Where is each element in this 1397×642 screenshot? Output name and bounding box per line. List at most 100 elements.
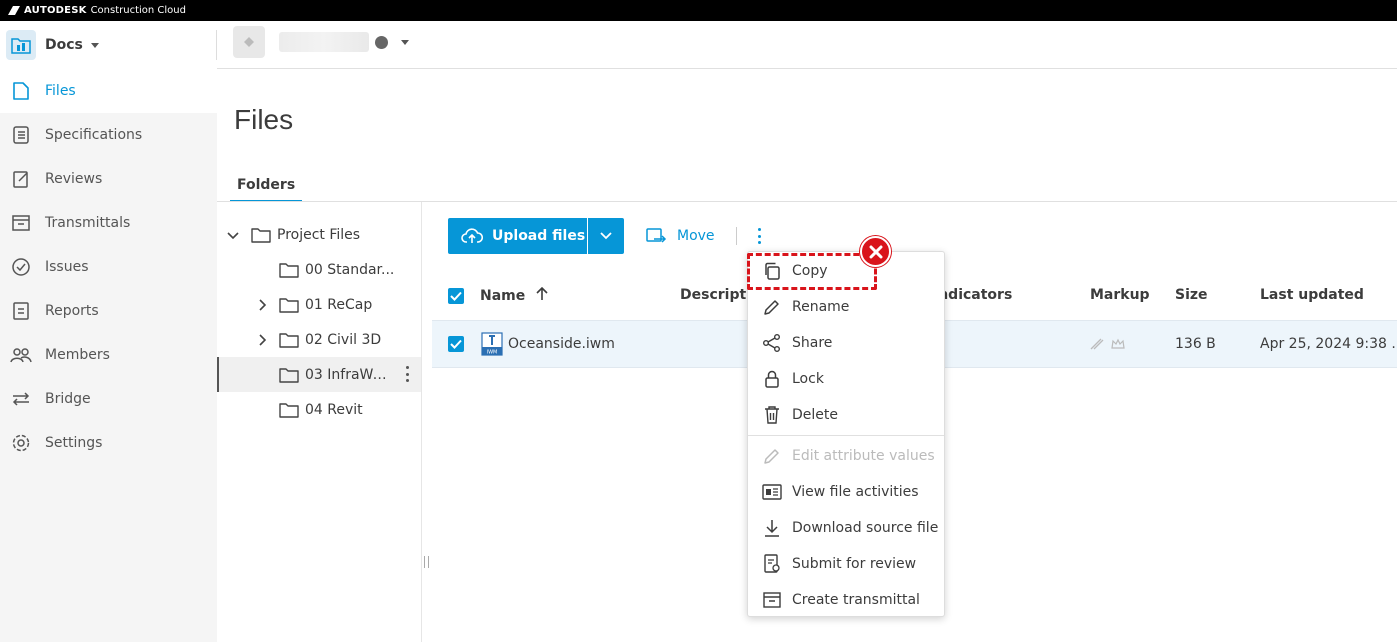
header-border	[217, 68, 1397, 69]
product-name: Construction Cloud	[90, 5, 186, 16]
chevron-right-icon[interactable]	[256, 299, 268, 311]
column-header-name[interactable]: Name	[480, 286, 548, 304]
upload-options-button[interactable]	[588, 218, 624, 254]
tree-item-folder[interactable]: 01 ReCap	[217, 287, 421, 322]
sidebar-nav: Files Specifications Reviews Transmittal…	[0, 69, 217, 465]
project-name-redacted[interactable]	[279, 32, 369, 52]
chevron-down-icon	[90, 42, 99, 48]
issues-icon	[10, 256, 32, 278]
sidebar-item-reports[interactable]: Reports	[0, 289, 217, 333]
file-context-menu: Copy Rename Share Lock Delete Edit attri…	[747, 251, 945, 617]
folder-icon	[279, 403, 299, 418]
toolbar-divider	[736, 227, 737, 245]
tree-item-folder-selected[interactable]: 03 InfraWo...	[217, 357, 421, 392]
menu-item-view-file-activities[interactable]: View file activities	[748, 474, 944, 510]
activities-icon	[762, 482, 782, 502]
sidebar-item-label: Settings	[45, 435, 103, 451]
folder-icon	[279, 298, 299, 313]
docs-label: Docs	[45, 37, 83, 53]
sidebar-item-specifications[interactable]: Specifications	[0, 113, 217, 157]
transmittals-icon	[10, 212, 32, 234]
sidebar-item-settings[interactable]: Settings	[0, 421, 217, 465]
download-icon	[762, 518, 782, 538]
folder-icon	[251, 228, 271, 243]
sidebar-item-label: Reviews	[45, 171, 103, 187]
chevron-right-icon[interactable]	[256, 334, 268, 346]
move-icon	[646, 228, 667, 243]
markup-crown-icon	[1111, 338, 1125, 349]
move-label: Move	[677, 228, 715, 244]
panel-resize-handle[interactable]	[424, 556, 429, 568]
sidebar-item-issues[interactable]: Issues	[0, 245, 217, 289]
sidebar-item-label: Specifications	[45, 127, 143, 143]
select-all-checkbox[interactable]	[448, 288, 464, 304]
chevron-down-icon	[600, 232, 612, 240]
more-actions-icon[interactable]	[757, 228, 761, 244]
folder-icon	[279, 368, 299, 383]
tree-item-label: 01 ReCap	[305, 296, 373, 313]
tree-item-folder[interactable]: 00 Standar...	[217, 252, 421, 287]
file-name-link[interactable]: Oceanside.iwm	[508, 336, 615, 352]
docs-icon	[6, 30, 36, 60]
menu-item-label: Create transmittal	[792, 592, 920, 608]
menu-item-label: Edit attribute values	[792, 448, 935, 464]
tree-item-label: 03 InfraWo...	[305, 366, 391, 383]
menu-item-label: Lock	[792, 371, 824, 387]
upload-files-button[interactable]: Upload files	[448, 218, 587, 254]
autodesk-topbar: AUTODESK Construction Cloud	[0, 0, 1397, 21]
menu-divider	[748, 435, 944, 436]
menu-item-lock[interactable]: Lock	[748, 361, 944, 397]
menu-item-create-transmittal[interactable]: Create transmittal	[748, 582, 944, 618]
members-icon	[10, 344, 32, 366]
tree-item-folder[interactable]: 02 Civil 3D	[217, 322, 421, 357]
brand-name: AUTODESK	[24, 5, 87, 16]
file-size: 136 B	[1175, 336, 1216, 352]
menu-item-label: Submit for review	[792, 556, 917, 572]
column-header-size[interactable]: Size	[1175, 287, 1208, 303]
docs-module-selector[interactable]: Docs	[0, 21, 217, 69]
move-button[interactable]: Move	[645, 226, 715, 246]
column-header-markup[interactable]: Markup	[1090, 287, 1150, 303]
menu-item-label: Delete	[792, 407, 838, 423]
page-title: Files	[234, 104, 294, 135]
specifications-icon	[10, 124, 32, 146]
settings-icon	[10, 432, 32, 454]
sidebar-item-label: Members	[45, 347, 110, 363]
check-icon	[450, 339, 462, 349]
menu-item-share[interactable]: Share	[748, 325, 944, 361]
column-header-last-updated[interactable]: Last updated	[1260, 287, 1364, 303]
folder-icon	[279, 263, 299, 278]
chevron-down-icon[interactable]	[227, 229, 239, 241]
sidebar-item-reviews[interactable]: Reviews	[0, 157, 217, 201]
tree-item-folder[interactable]: 04 Revit	[217, 392, 421, 427]
share-icon	[762, 333, 782, 353]
project-thumbnail[interactable]	[233, 26, 265, 58]
tree-item-project-files[interactable]: Project Files	[217, 217, 421, 252]
tab-folders[interactable]: Folders	[230, 168, 303, 202]
menu-item-submit-for-review[interactable]: Submit for review	[748, 546, 944, 582]
tree-item-label: 02 Civil 3D	[305, 331, 382, 348]
autodesk-logo-icon	[8, 6, 20, 15]
menu-item-label: Share	[792, 335, 833, 351]
lock-icon	[762, 369, 782, 389]
menu-item-rename[interactable]: Rename	[748, 289, 944, 325]
globe-icon	[375, 36, 388, 49]
sidebar-item-bridge[interactable]: Bridge	[0, 377, 217, 421]
menu-item-label: Rename	[792, 299, 850, 315]
sidebar-item-members[interactable]: Members	[0, 333, 217, 377]
folder-more-icon[interactable]	[405, 366, 409, 382]
sidebar-item-label: Bridge	[45, 391, 91, 407]
column-header-label: Name	[480, 288, 526, 304]
iwm-file-icon: IWM	[481, 332, 503, 356]
header-divider	[216, 30, 217, 60]
menu-item-download-source-file[interactable]: Download source file	[748, 510, 944, 546]
tree-item-label: 00 Standar...	[305, 261, 395, 278]
chevron-down-icon[interactable]	[401, 40, 409, 45]
row-checkbox[interactable]	[448, 336, 464, 352]
sort-ascending-icon	[536, 286, 548, 300]
sidebar-item-files[interactable]: Files	[0, 69, 217, 113]
sidebar-item-transmittals[interactable]: Transmittals	[0, 201, 217, 245]
review-submit-icon	[762, 554, 782, 574]
menu-item-delete[interactable]: Delete	[748, 397, 944, 433]
upload-files-label: Upload files	[492, 228, 586, 244]
